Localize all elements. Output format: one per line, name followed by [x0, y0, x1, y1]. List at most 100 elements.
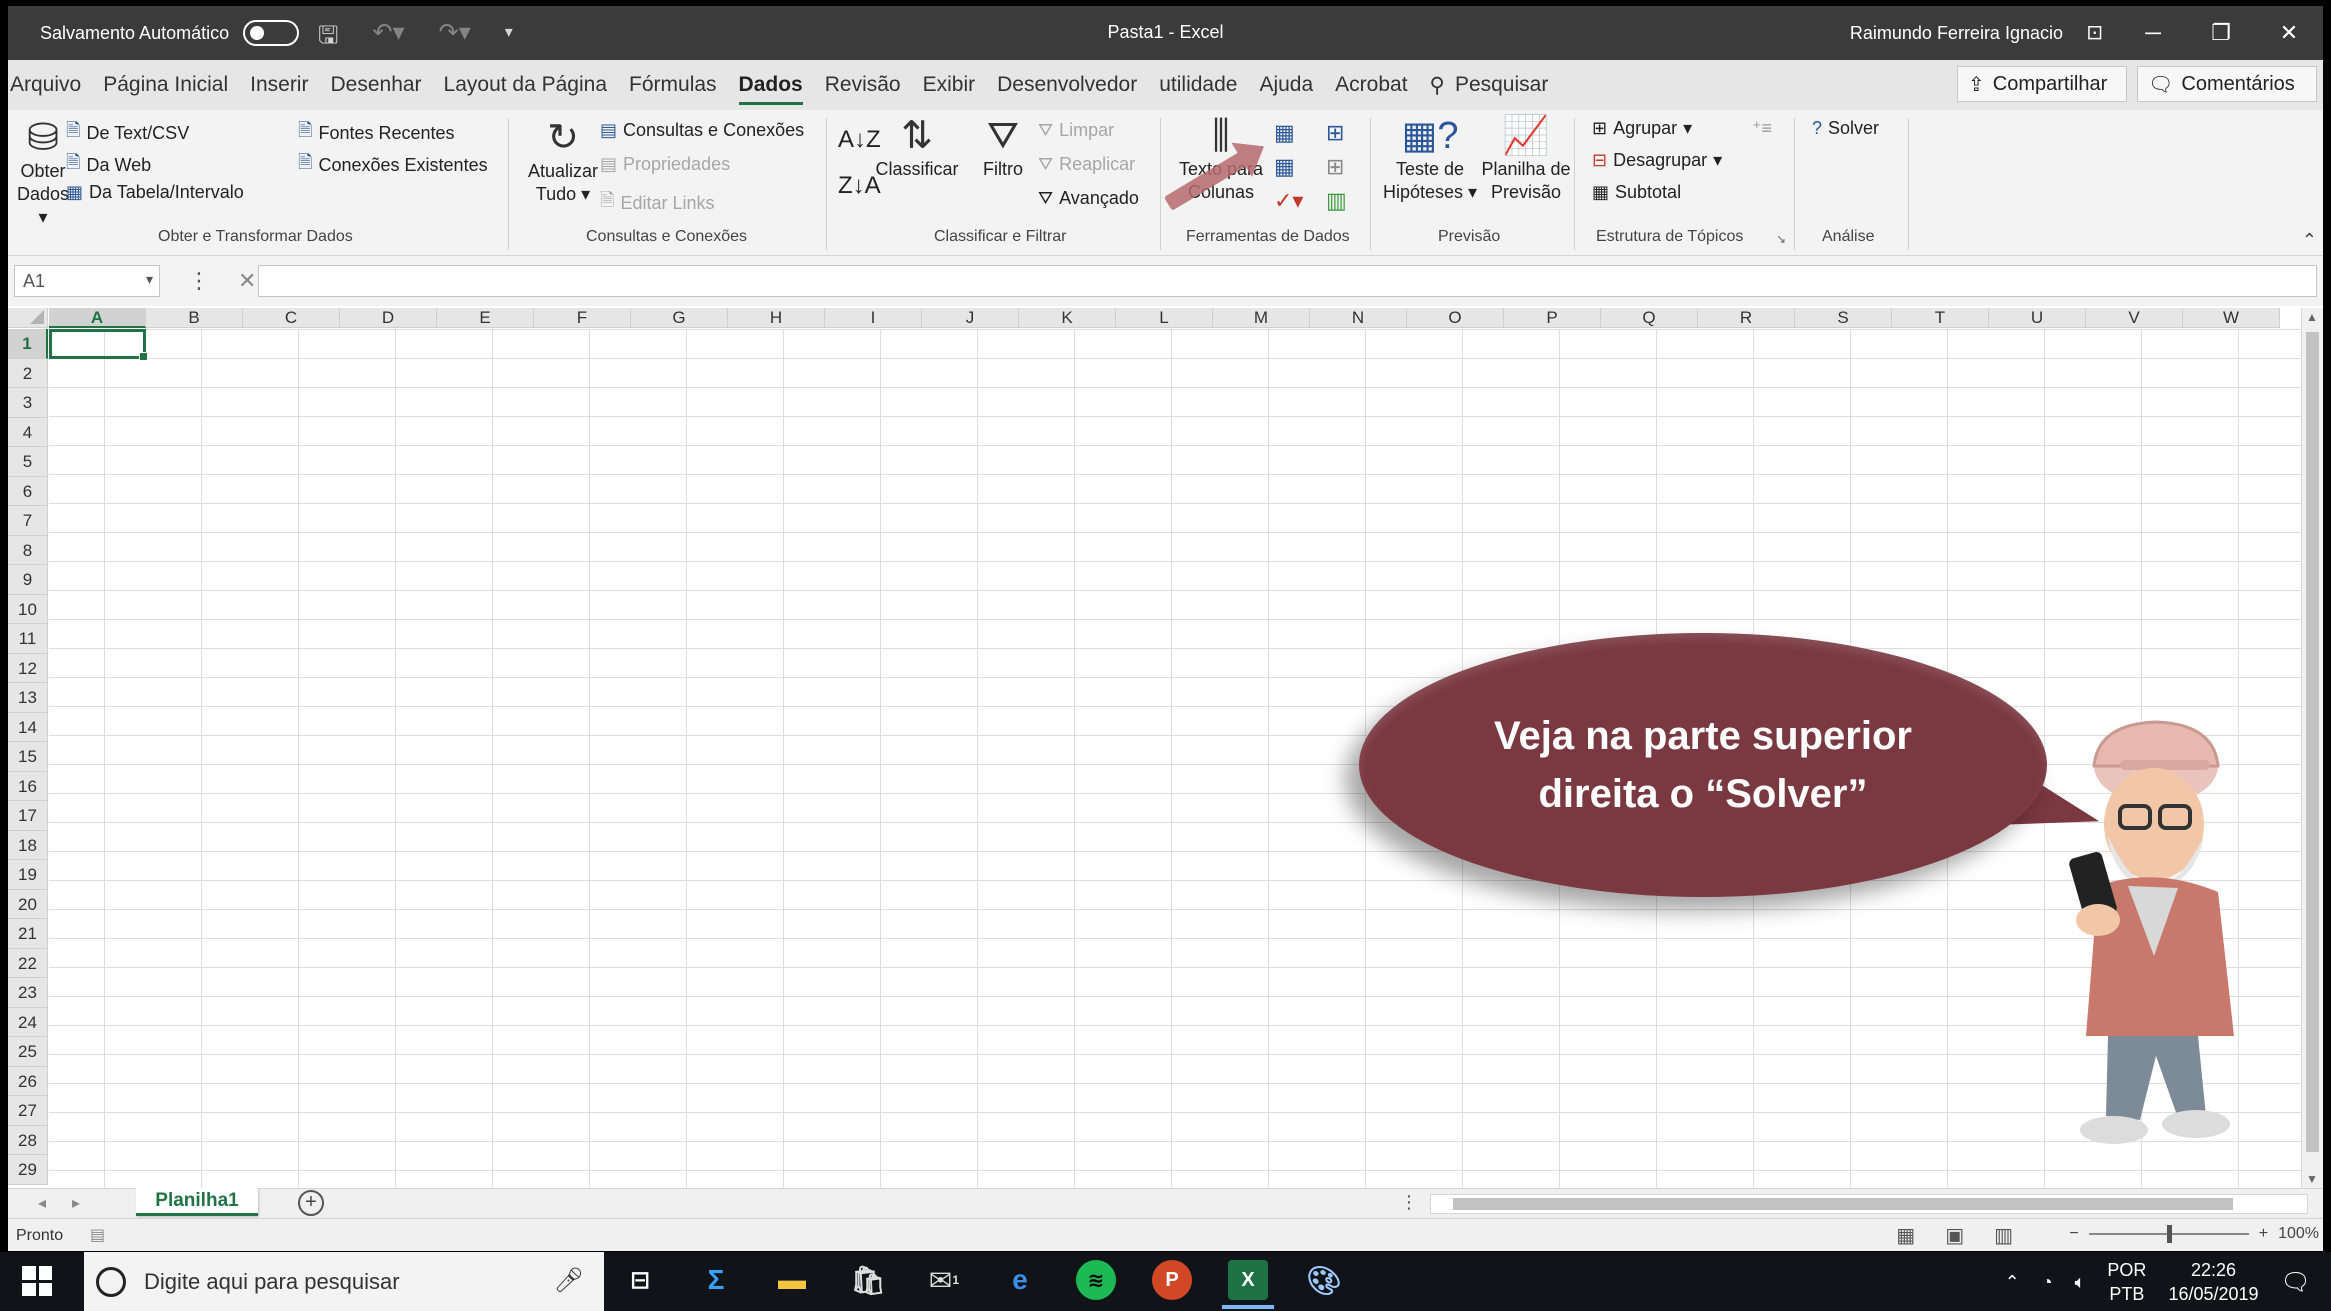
- mail-icon[interactable]: ✉ 1: [924, 1260, 964, 1300]
- edit-links-button[interactable]: 🗎 Editar Links: [600, 188, 715, 218]
- tab-arquivo[interactable]: Arquivo: [10, 67, 81, 103]
- active-cell[interactable]: [49, 329, 148, 361]
- column-header[interactable]: V: [2086, 308, 2183, 328]
- reapply-button[interactable]: ⛛ Reaplicar: [1038, 154, 1135, 175]
- row-header[interactable]: 7: [8, 506, 48, 536]
- row-header[interactable]: 16: [8, 771, 48, 801]
- column-header[interactable]: D: [340, 308, 437, 328]
- consolidate-icon[interactable]: ⊞: [1326, 120, 1344, 146]
- file-explorer-icon[interactable]: ▬: [772, 1260, 812, 1300]
- column-header[interactable]: R: [1698, 308, 1795, 328]
- volume-icon[interactable]: 🔈︎: [2075, 1272, 2086, 1293]
- row-header[interactable]: 5: [8, 447, 48, 477]
- tab-pagina-inicial[interactable]: Página Inicial: [103, 67, 228, 103]
- row-header[interactable]: 24: [8, 1007, 48, 1037]
- row-header[interactable]: 26: [8, 1066, 48, 1096]
- clear-filter-button[interactable]: ⛛ Limpar: [1038, 120, 1114, 141]
- select-all-corner[interactable]: [8, 308, 48, 328]
- taskbar-search[interactable]: Digite aqui para pesquisar 🎤︎: [84, 1252, 604, 1311]
- column-header[interactable]: G: [631, 308, 728, 328]
- row-header[interactable]: 1: [8, 329, 48, 359]
- next-sheet-icon[interactable]: ▸: [72, 1193, 80, 1213]
- from-web-button[interactable]: 🗎 Da Web: [66, 150, 151, 180]
- clock[interactable]: 22:26 16/05/2019: [2168, 1258, 2258, 1306]
- minimize-icon[interactable]: ─: [2119, 6, 2187, 60]
- solver-button[interactable]: ? Solver: [1812, 118, 1879, 139]
- tab-ajuda[interactable]: Ajuda: [1259, 67, 1313, 103]
- row-header[interactable]: 18: [8, 830, 48, 860]
- row-header[interactable]: 6: [8, 476, 48, 506]
- network-icon[interactable]: ◔: [2042, 1272, 2053, 1293]
- row-header[interactable]: 10: [8, 594, 48, 624]
- edge-icon[interactable]: e: [1000, 1260, 1040, 1300]
- column-header[interactable]: P: [1504, 308, 1601, 328]
- row-header[interactable]: 2: [8, 358, 48, 388]
- what-if-button[interactable]: ▦? Teste de Hipóteses ▾: [1378, 114, 1482, 204]
- data-model-icon[interactable]: ▥: [1326, 188, 1347, 214]
- column-header[interactable]: B: [146, 308, 243, 328]
- row-header[interactable]: 11: [8, 624, 48, 654]
- vertical-scroll-thumb[interactable]: [2306, 332, 2319, 1152]
- row-header[interactable]: 21: [8, 919, 48, 949]
- row-header[interactable]: 17: [8, 801, 48, 831]
- column-header[interactable]: A: [49, 308, 146, 328]
- zoom-in-icon[interactable]: +: [2259, 1225, 2268, 1243]
- row-header[interactable]: 20: [8, 889, 48, 919]
- tab-inserir[interactable]: Inserir: [250, 67, 308, 103]
- show-detail-icon[interactable]: ⁺≡: [1752, 118, 1772, 139]
- tab-desenvolvedor[interactable]: Desenvolvedor: [997, 67, 1137, 103]
- row-header[interactable]: 9: [8, 565, 48, 595]
- queries-connections-button[interactable]: ▤ Consultas e Conexões: [600, 120, 804, 141]
- column-header[interactable]: Q: [1601, 308, 1698, 328]
- prev-sheet-icon[interactable]: ◂: [38, 1193, 46, 1213]
- tab-desenhar[interactable]: Desenhar: [330, 67, 421, 103]
- scroll-up-icon[interactable]: ▲: [2306, 310, 2318, 324]
- paint-icon[interactable]: 🎨︎: [1304, 1260, 1344, 1300]
- existing-connections-button[interactable]: 🗎 Conexões Existentes: [298, 150, 488, 180]
- normal-view-icon[interactable]: ▦: [1896, 1223, 1915, 1248]
- cortana-icon[interactable]: [96, 1266, 126, 1297]
- horizontal-scrollbar[interactable]: [1430, 1194, 2308, 1214]
- column-header[interactable]: I: [825, 308, 922, 328]
- share-button[interactable]: ⇪ Compartilhar: [1957, 66, 2127, 102]
- outline-dialog-launcher-icon[interactable]: ↘: [1776, 232, 1786, 246]
- column-header[interactable]: J: [922, 308, 1019, 328]
- zoom-level[interactable]: 100%: [2278, 1225, 2319, 1243]
- column-header[interactable]: L: [1116, 308, 1213, 328]
- close-icon[interactable]: ✕: [2255, 6, 2323, 60]
- macro-record-icon[interactable]: ▤: [90, 1225, 105, 1245]
- powerpoint-icon[interactable]: P: [1152, 1260, 1192, 1300]
- tab-revisao[interactable]: Revisão: [825, 67, 901, 103]
- column-header[interactable]: E: [437, 308, 534, 328]
- row-header[interactable]: 14: [8, 712, 48, 742]
- tab-exibir[interactable]: Exibir: [923, 67, 976, 103]
- group-button[interactable]: ⊞ Agrupar ▾: [1592, 118, 1692, 139]
- data-validation-icon[interactable]: ✓▾: [1274, 188, 1303, 214]
- row-header[interactable]: 4: [8, 417, 48, 447]
- tell-me-search[interactable]: ⚲ Pesquisar: [1430, 67, 1549, 104]
- cancel-icon[interactable]: ✕: [238, 268, 256, 294]
- page-break-view-icon[interactable]: ▥: [1994, 1223, 2013, 1248]
- row-header[interactable]: 28: [8, 1125, 48, 1155]
- advanced-filter-button[interactable]: ⛛ Avançado: [1038, 188, 1139, 209]
- store-icon[interactable]: 🛍︎: [848, 1260, 888, 1300]
- ribbon-display-options-icon[interactable]: ⊡: [2086, 20, 2103, 45]
- input-language[interactable]: POR PTB: [2107, 1258, 2146, 1306]
- column-header[interactable]: N: [1310, 308, 1407, 328]
- column-header[interactable]: M: [1213, 308, 1310, 328]
- comments-button[interactable]: 🗨 Comentários: [2137, 66, 2317, 102]
- column-header[interactable]: H: [728, 308, 825, 328]
- row-header[interactable]: 19: [8, 860, 48, 890]
- sheet-tab-planilha1[interactable]: Planilha1: [136, 1188, 258, 1216]
- relationships-icon[interactable]: ⊞: [1326, 154, 1344, 180]
- tab-formulas[interactable]: Fórmulas: [629, 67, 717, 103]
- task-view-icon[interactable]: ⊟: [620, 1260, 660, 1300]
- tab-split-handle-icon[interactable]: ⋮: [1400, 1192, 1418, 1213]
- column-header[interactable]: F: [534, 308, 631, 328]
- vertical-scrollbar[interactable]: ▲ ▼: [2301, 308, 2323, 1188]
- ungroup-button[interactable]: ⊟ Desagrupar ▾: [1592, 150, 1722, 171]
- subtotal-button[interactable]: ▦ Subtotal: [1592, 182, 1681, 203]
- zoom-slider[interactable]: [2088, 1225, 2249, 1243]
- column-header[interactable]: W: [2183, 308, 2280, 328]
- remove-duplicates-icon[interactable]: ▦: [1274, 154, 1295, 180]
